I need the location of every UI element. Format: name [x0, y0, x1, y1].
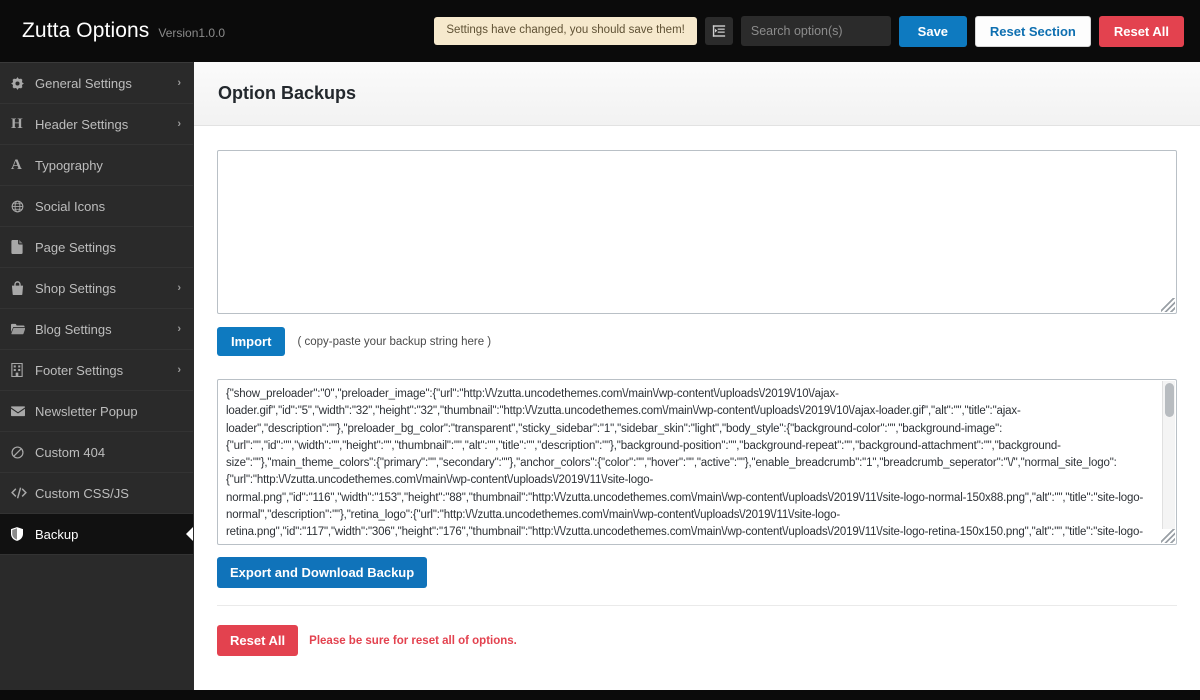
shopping-bag-icon	[11, 281, 33, 295]
sidebar-item-blog-settings[interactable]: Blog Settings ›	[0, 309, 193, 350]
chevron-right-icon: ›	[177, 281, 181, 294]
sidebar-item-footer-settings[interactable]: Footer Settings ›	[0, 350, 193, 391]
sidebar-item-label: Blog Settings	[35, 321, 112, 337]
collapse-sidebar-button[interactable]	[704, 17, 733, 45]
app-version: Version1.0.0	[158, 26, 226, 40]
sidebar-item-general-settings[interactable]: General Settings ›	[0, 63, 193, 104]
sidebar-item-label: Backup	[35, 526, 79, 542]
envelope-icon	[11, 405, 33, 417]
reset-section-button[interactable]: Reset Section	[974, 15, 1091, 47]
letter-h-icon: H	[11, 115, 23, 132]
sidebar-item-label: Page Settings	[35, 239, 116, 255]
sidebar-item-header-settings[interactable]: H Header Settings ›	[0, 104, 193, 145]
sidebar-item-label: Typography	[35, 157, 103, 173]
reset-all-button[interactable]: Reset All	[217, 625, 299, 656]
sidebar-item-newsletter-popup[interactable]: Newsletter Popup	[0, 391, 193, 432]
globe-icon	[11, 200, 33, 213]
chevron-right-icon: ›	[177, 117, 181, 130]
sidebar-item-social-icons[interactable]: Social Icons	[0, 186, 193, 227]
sidebar-item-backup[interactable]: Backup	[0, 514, 193, 555]
save-button[interactable]: Save	[898, 15, 967, 47]
ban-icon	[11, 445, 33, 459]
sidebar-item-label: Custom CSS/JS	[35, 485, 129, 501]
brand: Zutta Options Version1.0.0	[22, 19, 225, 43]
import-button[interactable]: Import	[217, 327, 286, 356]
header-actions: Settings have changed, you should save t…	[434, 15, 1184, 47]
sidebar-item-label: Shop Settings	[35, 280, 116, 296]
unsaved-changes-notice: Settings have changed, you should save t…	[434, 17, 697, 45]
code-icon	[11, 487, 33, 499]
collapse-sidebar-icon	[712, 24, 726, 38]
gear-icon	[11, 76, 33, 90]
sidebar-item-label: Header Settings	[35, 116, 129, 132]
export-textarea[interactable]	[217, 379, 1177, 545]
sidebar-item-shop-settings[interactable]: Shop Settings ›	[0, 268, 193, 309]
sidebar-item-label: Custom 404	[35, 444, 106, 460]
page-title: Option Backups	[218, 83, 357, 103]
sidebar-item-custom-404[interactable]: Custom 404	[0, 432, 193, 473]
reset-all-header-button[interactable]: Reset All	[1098, 15, 1184, 47]
sidebar-item-page-settings[interactable]: Page Settings	[0, 227, 193, 268]
reset-warning-text: Please be sure for reset all of options.	[309, 634, 517, 647]
letter-a-icon: A	[11, 156, 22, 173]
section-divider	[217, 605, 1177, 606]
import-hint: ( copy-paste your backup string here )	[297, 335, 492, 348]
reset-row: Reset All Please be sure for reset all o…	[217, 625, 1177, 656]
top-header-bar: Zutta Options Version1.0.0 Settings have…	[0, 0, 1200, 62]
page-file-icon	[11, 240, 33, 254]
app-title: Zutta Options	[22, 19, 150, 42]
content-header: Option Backups	[194, 62, 1200, 126]
search-input[interactable]	[740, 16, 891, 46]
content-panel: Option Backups Import ( copy-paste your …	[193, 62, 1200, 690]
building-columns-icon	[11, 363, 33, 377]
sidebar-nav: General Settings › H Header Settings › A Typog…	[0, 62, 193, 690]
sidebar-item-typography[interactable]: A Typography	[0, 145, 193, 186]
body-wrapper: General Settings › H Header Settings › A Typog…	[0, 62, 1200, 690]
folder-icon	[11, 323, 33, 335]
export-section: Export and Download Backup	[217, 379, 1177, 588]
chevron-right-icon: ›	[177, 322, 181, 335]
chevron-right-icon: ›	[177, 363, 181, 376]
sidebar-item-label: General Settings	[35, 75, 132, 91]
content-body: Import ( copy-paste your backup string h…	[194, 126, 1200, 690]
import-row: Import ( copy-paste your backup string h…	[217, 327, 1177, 356]
sidebar-item-label: Social Icons	[35, 198, 106, 214]
footer-strip	[0, 690, 1200, 700]
import-textarea-wrap	[217, 150, 1177, 314]
import-textarea[interactable]	[217, 150, 1177, 314]
chevron-right-icon: ›	[177, 76, 181, 89]
shield-icon	[11, 527, 33, 541]
export-textarea-wrap	[217, 379, 1177, 545]
sidebar-item-label: Footer Settings	[35, 362, 124, 378]
sidebar-item-label: Newsletter Popup	[35, 403, 138, 419]
export-download-backup-button[interactable]: Export and Download Backup	[217, 557, 428, 588]
app-root: Zutta Options Version1.0.0 Settings have…	[0, 0, 1200, 700]
sidebar-item-custom-css-js[interactable]: Custom CSS/JS	[0, 473, 193, 514]
